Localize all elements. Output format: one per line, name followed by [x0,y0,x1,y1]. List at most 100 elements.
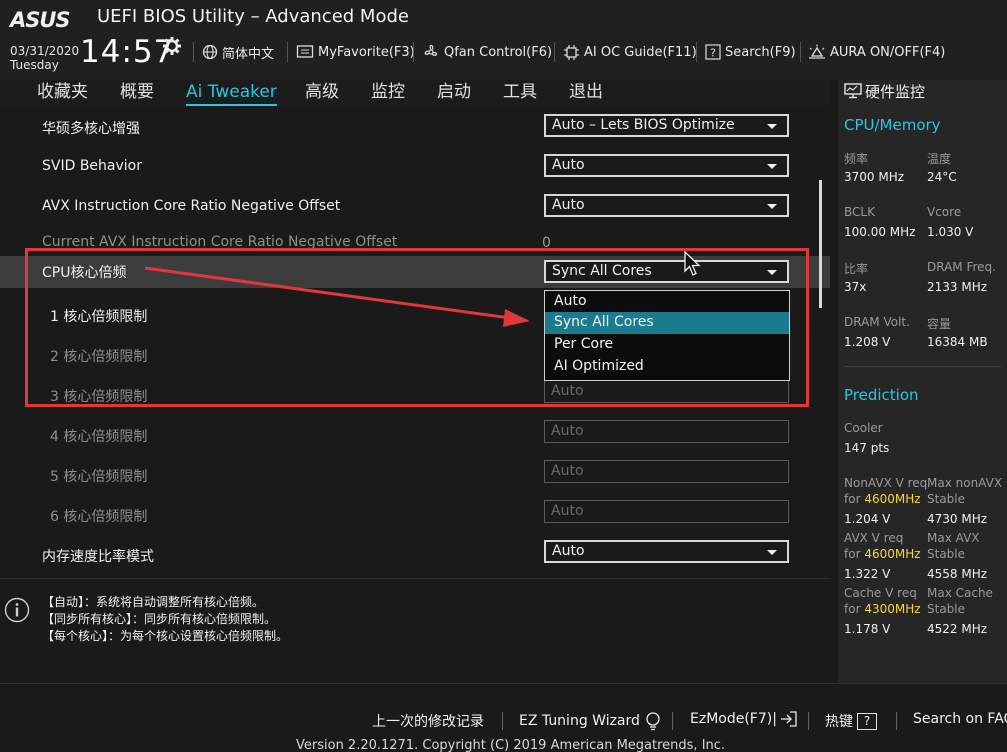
hw-value: 1.178 V [844,622,891,636]
hw-label: 频率 [844,152,869,166]
aura-toggle-button[interactable]: AURA ON/OFF(F4) [808,42,945,62]
header-divider [696,42,697,62]
setting-label: Current AVX Instruction Core Ratio Negat… [42,234,398,250]
asus-logo: ASUS [10,8,71,32]
language-label: 简体中文 [222,46,275,62]
header-divider [287,42,288,62]
setting-row-cpu-core-ratio[interactable]: CPU核心倍频 Sync All Cores [0,256,830,288]
hw-label: DRAM Freq. [927,260,996,274]
search-button[interactable]: ? Search(F9) [705,42,796,62]
tab-tool[interactable]: 工具 [503,80,537,104]
hw-value: 24°C [927,170,957,184]
cpu-core-ratio-select[interactable]: Sync All Cores [544,260,789,283]
hw-label: Max AVX [927,531,980,545]
setting-row[interactable]: AVX Instruction Core Ratio Negative Offs… [0,190,830,230]
setting-row: 3 核心倍频限制 Auto [0,378,830,418]
setting-label: 2 核心倍频限制 [50,349,148,365]
hw-value: 1.322 V [844,567,891,581]
tab-favorites[interactable]: 收藏夹 [37,80,88,104]
hotkeys-button[interactable]: 热键 ? [825,711,877,731]
hw-value: 37x [844,280,867,294]
hw-value: 1.204 V [844,512,891,526]
setting-label: 华硕多核心增强 [42,121,140,137]
header-divider [800,42,801,62]
dropdown-option-ai-optimized[interactable]: AI Optimized [545,356,789,378]
ez-tuning-wizard-label: EZ Tuning Wizard [519,713,640,729]
chip-icon [564,44,579,60]
dropdown-option-per-core[interactable]: Per Core [545,334,789,356]
hw-value: 16384 MB [927,335,988,349]
language-button[interactable]: 简体中文 [202,42,274,62]
tab-monitor[interactable]: 监控 [371,80,405,104]
header-divider [193,42,194,62]
hw-label: for 4600MHz [844,492,921,506]
fan-icon [424,44,438,57]
settings-scrollbar[interactable] [819,180,822,308]
help-text-line: 【每个核心】：为每个核心设置核心倍频限制。 [42,629,289,643]
globe-icon [202,44,218,60]
ezmode-button[interactable]: EzMode(F7)| [690,711,797,727]
hw-value: 1.030 V [927,225,974,239]
myfavorite-button[interactable]: MyFavorite(F3) [296,42,415,62]
main-menu-tabs: 收藏夹 概要 Ai Tweaker 高级 监控 启动 工具 退出 [0,80,830,106]
hw-section-prediction: Prediction [844,386,919,404]
tab-main[interactable]: 概要 [120,80,154,104]
gear-icon[interactable] [162,36,182,56]
tab-ai-tweaker[interactable]: Ai Tweaker [186,80,277,106]
hw-label: Cache V req [844,586,917,600]
help-text-line: 【同步所有核心】：同步所有核心倍频限制。 [42,612,277,626]
day-display: Tuesday [10,58,59,72]
setting-input-disabled: Auto [544,460,789,483]
setting-label: 1 核心倍频限制 [50,309,148,325]
hw-section-cpu-memory: CPU/Memory [844,116,941,134]
dropdown-option-auto[interactable]: Auto [545,291,789,313]
favorite-icon [296,45,314,58]
setting-row[interactable]: 华硕多核心增强 Auto – Lets BIOS Optimize [0,110,830,150]
setting-input-disabled: Auto [544,380,789,403]
hotkeys-label: 热键 [825,714,853,730]
hw-label: Vcore [927,205,962,219]
ai-oc-guide-button[interactable]: AI OC Guide(F11) [563,42,697,62]
tab-boot[interactable]: 启动 [437,80,471,104]
setting-label: 6 核心倍频限制 [50,509,148,525]
question-icon: ? [857,712,877,730]
setting-value: Sync All Cores [552,263,652,279]
date-display: 03/31/2020 [10,44,80,58]
chevron-down-icon [767,164,777,169]
info-icon [4,597,30,623]
cpu-core-ratio-dropdown: Auto Sync All Cores Per Core AI Optimize… [544,290,790,381]
mouse-cursor-icon [684,251,701,276]
hardware-monitor-panel: 硬件监控 CPU/Memory 频率 温度 3700 MHz 24°C BCLK… [838,80,1007,683]
setting-label: AVX Instruction Core Ratio Negative Offs… [42,198,341,214]
qfan-control-button[interactable]: Qfan Control(F6) [422,42,552,62]
hw-divider [844,366,1001,367]
footer-bar: 上一次的修改记录 EZ Tuning Wizard EzMode(F7)| 热键… [0,683,1007,752]
hw-monitor-title: 硬件监控 [844,80,925,102]
hw-monitor-title-label: 硬件监控 [865,82,926,101]
setting-select[interactable]: Auto [544,540,789,563]
hw-label: Stable [927,492,966,506]
exit-arrow-icon [780,711,797,727]
setting-select[interactable]: Auto – Lets BIOS Optimize [544,114,789,137]
setting-label: 5 核心倍频限制 [50,469,148,485]
hw-value: 4522 MHz [927,622,988,636]
hw-label: for 4600MHz [844,547,921,561]
hw-value: 100.00 MHz [844,225,916,239]
search-label: Search(F9) [725,44,796,60]
setting-value: Auto [551,503,584,519]
setting-select[interactable]: Auto [544,154,789,177]
chevron-down-icon [767,270,777,275]
tab-exit[interactable]: 退出 [569,80,603,104]
setting-label: 内存速度比率模式 [42,549,154,565]
setting-value: Auto [551,383,584,399]
hw-label: NonAVX V req [844,476,928,490]
setting-row[interactable]: 内存速度比率模式 Auto [0,538,830,574]
setting-row[interactable]: SVID Behavior Auto [0,150,830,190]
setting-select[interactable]: Auto [544,194,789,217]
last-modified-button[interactable]: 上一次的修改记录 [372,711,484,731]
tab-advanced[interactable]: 高级 [305,80,339,104]
search-faq-button[interactable]: Search on FAQ [913,711,1007,727]
hw-label: Stable [927,602,966,616]
ez-tuning-wizard-button[interactable]: EZ Tuning Wizard [519,711,662,731]
dropdown-option-sync-all-cores[interactable]: Sync All Cores [545,312,789,334]
